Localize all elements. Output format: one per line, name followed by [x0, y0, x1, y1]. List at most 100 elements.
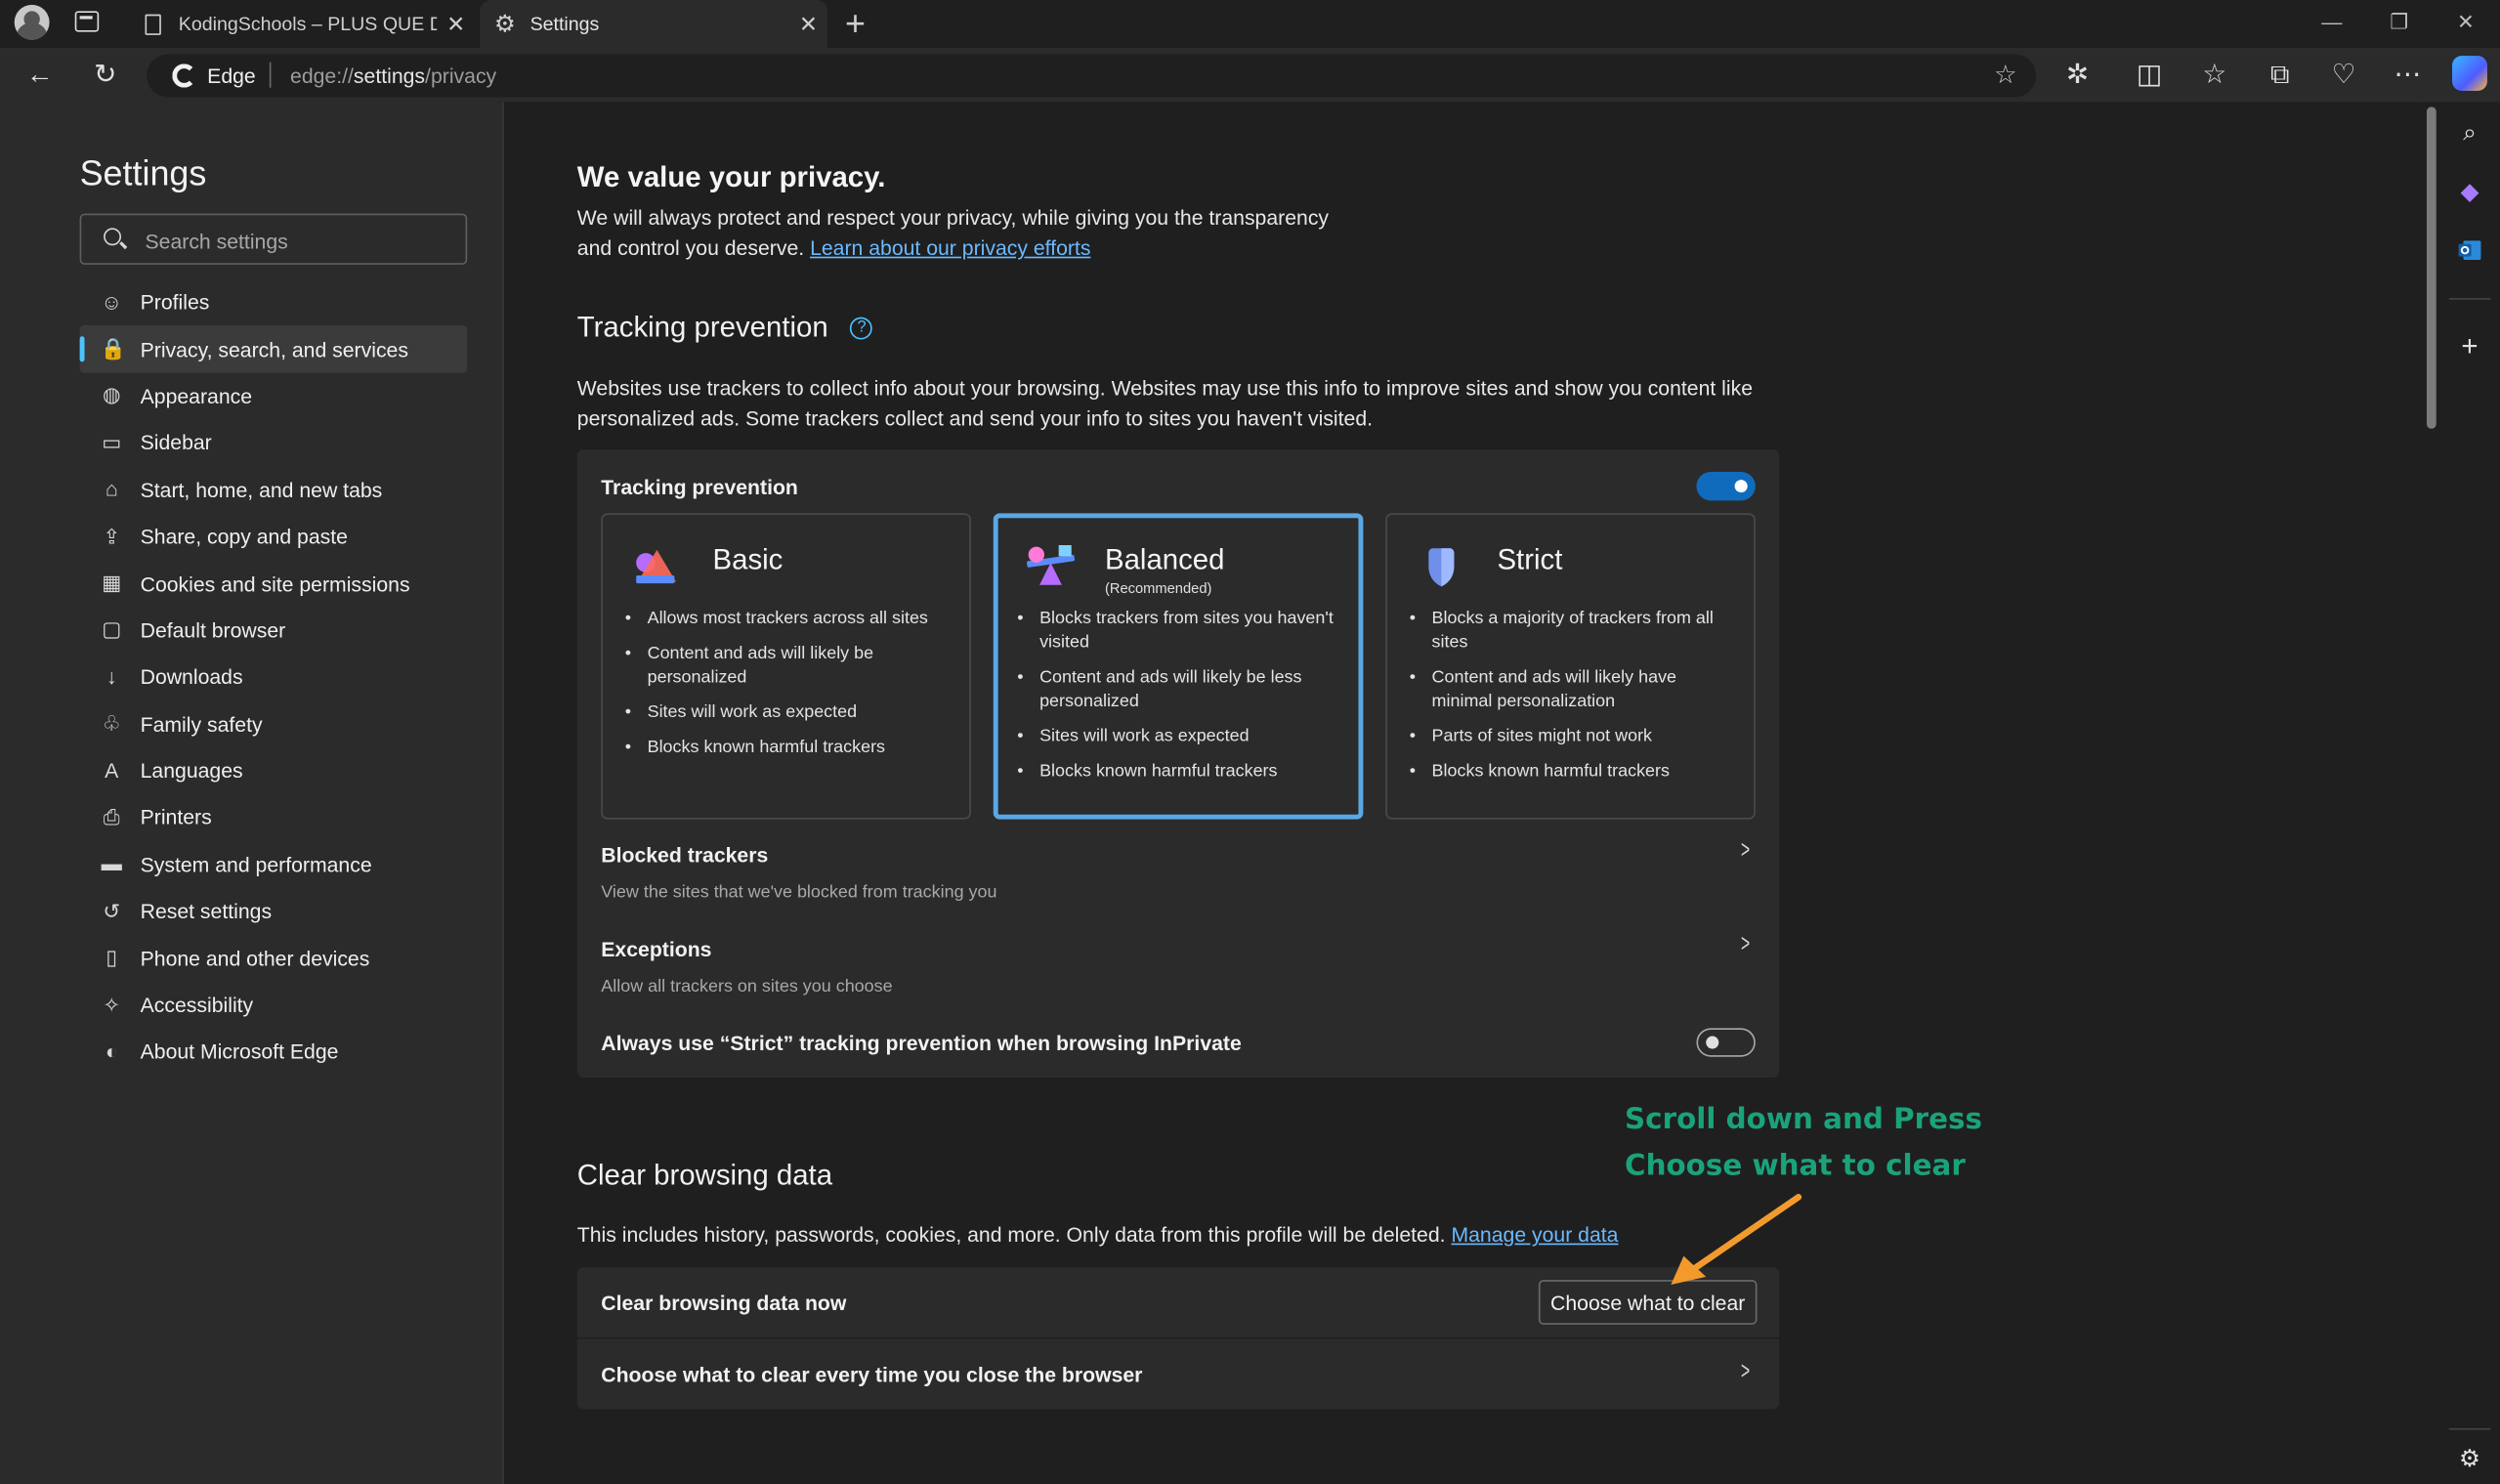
- sidebar-item-label: Family safety: [140, 711, 263, 737]
- profile-avatar[interactable]: [14, 4, 50, 40]
- clear-now-row: Clear browsing data now Choose what to c…: [576, 1267, 1780, 1337]
- more-options-icon[interactable]: ⋯: [2390, 58, 2425, 93]
- tab-actions-icon[interactable]: [74, 11, 100, 32]
- option-bullets: Allows most trackers across all sites Co…: [625, 608, 951, 772]
- tab-title: KodingSchools – PLUS QUE DU C: [178, 13, 437, 35]
- sidebar-item-system-and-performance[interactable]: ▬ System and performance: [80, 841, 468, 888]
- option-balanced[interactable]: Balanced (Recommended) Blocks trackers f…: [993, 513, 1364, 820]
- back-icon[interactable]: ←: [22, 58, 58, 93]
- option-bullet: Blocks known harmful trackers: [625, 737, 951, 760]
- clear-now-label: Clear browsing data now: [601, 1291, 847, 1316]
- sidebar-item-sidebar[interactable]: ▭ Sidebar: [80, 419, 468, 466]
- sidebar-item-profiles[interactable]: ☺ Profiles: [80, 279, 468, 326]
- settings-content: We value your privacy. We will always pr…: [505, 102, 2419, 1484]
- address-divider: [269, 62, 272, 88]
- inprivate-strict-label: Always use “Strict” tracking prevention …: [601, 1031, 1242, 1056]
- sidebar-item-label: Reset settings: [140, 899, 273, 924]
- split-screen-icon[interactable]: ◫: [2132, 58, 2167, 93]
- content-scrollbar[interactable]: [2423, 102, 2439, 1484]
- favorites-icon[interactable]: ☆: [2197, 58, 2232, 93]
- annotation-line: Scroll down and Press: [1625, 1103, 1983, 1137]
- url-text[interactable]: edge://settings/privacy: [290, 64, 496, 87]
- tab-close-icon[interactable]: ✕: [789, 11, 827, 38]
- add-icon[interactable]: +: [2455, 331, 2483, 360]
- sidebar-item-label: System and performance: [140, 852, 372, 877]
- help-icon[interactable]: ?: [850, 317, 873, 340]
- tracking-toggle-label: Tracking prevention: [601, 475, 798, 499]
- sidebar-item-about-microsoft-edge[interactable]: ◐ About Microsoft Edge: [80, 1029, 468, 1076]
- option-bullet: Sites will work as expected: [625, 701, 951, 725]
- share-icon: ⇪: [103, 524, 121, 548]
- privacy-efforts-link[interactable]: Learn about our privacy efforts: [810, 235, 1090, 259]
- collections-icon[interactable]: ⧉: [2263, 58, 2298, 93]
- option-strict[interactable]: Strict Blocks a majority of trackers fro…: [1385, 513, 1756, 820]
- search-input[interactable]: [145, 225, 448, 257]
- option-bullet: Blocks a majority of trackers from all s…: [1410, 608, 1735, 656]
- new-tab-icon[interactable]: +: [845, 3, 866, 44]
- chevron-right-icon: >: [1740, 930, 1750, 958]
- refresh-icon[interactable]: ↻: [88, 58, 123, 93]
- close-window-icon[interactable]: ✕: [2457, 10, 2475, 35]
- sidebar-item-label: Appearance: [140, 384, 253, 408]
- settings-title: Settings: [79, 152, 207, 193]
- sidebar-item-label: Downloads: [140, 664, 243, 690]
- sidebar-item-printers[interactable]: ⎙ Printers: [80, 794, 468, 841]
- gear-icon: ⚙: [493, 10, 516, 38]
- sidebar-item-share-copy-and-paste[interactable]: ⇪ Share, copy and paste: [80, 513, 468, 560]
- cookie-icon: ▦: [102, 571, 122, 595]
- outlook-icon[interactable]: [2455, 237, 2483, 266]
- profile-icon: ☺: [101, 289, 123, 314]
- settings-gear-icon[interactable]: ⚙: [2455, 1446, 2483, 1474]
- exceptions-title: Exceptions: [601, 937, 712, 961]
- clear-on-close-label: Choose what to clear every time you clos…: [601, 1363, 1143, 1387]
- sidebar-item-label: Cookies and site permissions: [140, 571, 410, 596]
- tracking-prevention-toggle[interactable]: [1696, 471, 1756, 501]
- browser-essentials-icon[interactable]: ♡: [2326, 58, 2361, 93]
- sidebar-item-privacy-search-and-services[interactable]: 🔒 Privacy, search, and services: [79, 325, 468, 373]
- option-bullet: Parts of sites might not work: [1410, 725, 1735, 748]
- search-icon[interactable]: ⌕: [2455, 119, 2483, 148]
- sidebar-item-default-browser[interactable]: ▢ Default browser: [80, 607, 468, 654]
- tracking-section-title: Tracking prevention?: [577, 311, 873, 344]
- option-bullets: Blocks trackers from sites you haven't v…: [1017, 608, 1342, 796]
- edge-sidebar: ⌕ ◆ + ⚙: [2438, 102, 2500, 1484]
- clear-data-section-title: Clear browsing data: [576, 1159, 833, 1191]
- option-basic[interactable]: Basic Allows most trackers across all si…: [601, 513, 971, 820]
- minimize-icon[interactable]: —: [2321, 10, 2342, 33]
- settings-nav-list: ☺ Profiles 🔒 Privacy, search, and services ◍…: [79, 279, 468, 1076]
- tab-settings[interactable]: ⚙ Settings ✕: [480, 0, 828, 48]
- clear-on-close-row[interactable]: Choose what to clear every time you clos…: [576, 1338, 1780, 1410]
- tab-kodingschools[interactable]: KodingSchools – PLUS QUE DU C ✕: [128, 0, 476, 48]
- tracking-prevention-card: Tracking prevention Basic Allows most tr…: [576, 449, 1780, 1078]
- manage-data-link[interactable]: Manage your data: [1451, 1222, 1618, 1246]
- extensions-icon[interactable]: ✲: [2060, 58, 2096, 93]
- sidebar-item-appearance[interactable]: ◍ Appearance: [80, 372, 468, 419]
- settings-sidebar: Settings ☺ Profiles 🔒 Privacy, search, and …: [0, 102, 504, 1484]
- sidebar-item-cookies-and-site-permissions[interactable]: ▦ Cookies and site permissions: [80, 560, 468, 607]
- sidebar-item-start-home-and-new-tabs[interactable]: ⌂ Start, home, and new tabs: [80, 466, 468, 513]
- sidebar-item-phone-and-other-devices[interactable]: ▯ Phone and other devices: [80, 935, 468, 982]
- option-bullet: Blocks trackers from sites you haven't v…: [1017, 608, 1342, 656]
- copilot-sidebar-icon[interactable]: ◆: [2455, 179, 2483, 207]
- tab-close-icon[interactable]: ✕: [437, 11, 475, 38]
- option-name: Balanced: [1104, 543, 1225, 576]
- sidebar-item-label: Phone and other devices: [140, 946, 370, 971]
- blocked-trackers-subtitle: View the sites that we've blocked from t…: [601, 882, 997, 903]
- sidebar-item-label: Sidebar: [140, 431, 212, 455]
- restore-icon[interactable]: ❐: [2390, 10, 2408, 35]
- search-settings-box[interactable]: [79, 213, 468, 265]
- sidebar-item-family-safety[interactable]: ♧ Family safety: [80, 700, 468, 747]
- sidebar-item-reset-settings[interactable]: ↺ Reset settings: [80, 888, 468, 935]
- favorite-star-icon[interactable]: ☆: [1994, 59, 2016, 91]
- option-bullet: Blocks known harmful trackers: [1410, 760, 1735, 784]
- sidebar-item-languages[interactable]: A Languages: [80, 747, 468, 794]
- toolbar: ← ↻ Edge edge://settings/privacy ☆ ✲ ◫ ☆…: [0, 47, 2500, 103]
- inprivate-strict-toggle[interactable]: [1696, 1028, 1756, 1057]
- sidebar-item-downloads[interactable]: ↓ Downloads: [80, 654, 468, 700]
- sidebar-item-accessibility[interactable]: ✧ Accessibility: [80, 982, 468, 1029]
- option-bullet: Content and ads will likely have minimal…: [1410, 666, 1735, 714]
- copilot-icon[interactable]: [2452, 56, 2487, 92]
- address-bar[interactable]: Edge edge://settings/privacy ☆: [147, 54, 2037, 98]
- browser-icon: ▢: [102, 617, 122, 642]
- scrollbar-thumb[interactable]: [2426, 106, 2436, 429]
